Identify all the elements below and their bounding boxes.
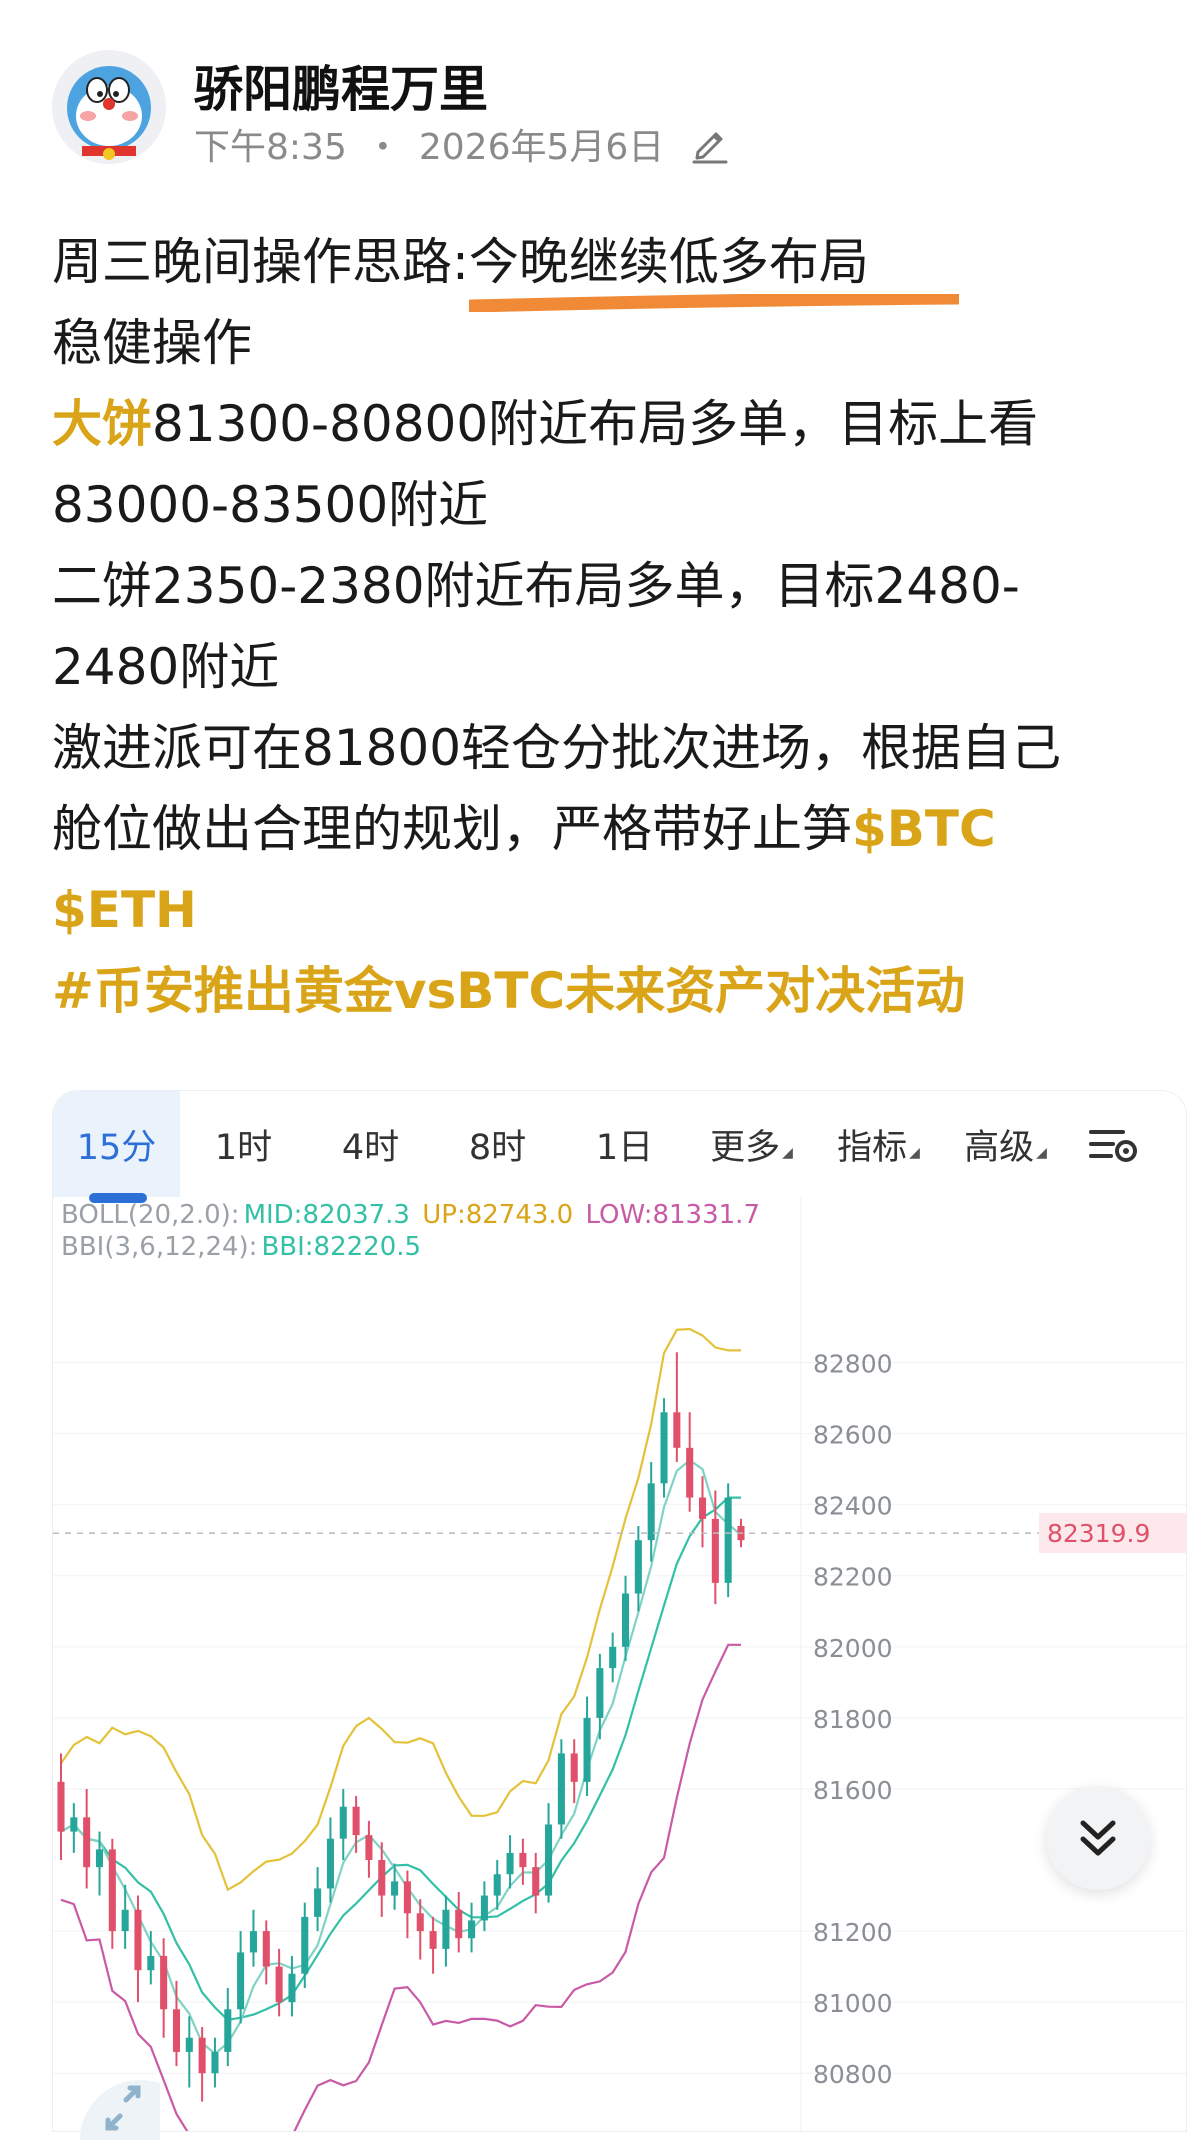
candle-body xyxy=(403,1881,411,1914)
candle-body xyxy=(198,2037,206,2074)
candle-body xyxy=(224,2009,232,2052)
y-axis-tick-label: 82400 xyxy=(813,1492,893,1521)
post-line-9: $ETH xyxy=(52,870,1162,951)
post-date: 2026年5月6日 xyxy=(418,127,665,168)
candle-body xyxy=(660,1412,668,1484)
candle-body xyxy=(429,1931,437,1949)
y-axis-tick-label: 82000 xyxy=(813,1634,893,1663)
post-body: 周三晚间操作思路:今晚继续低多布局 稳健操作 大饼81300-80800附近布局… xyxy=(52,222,1162,1032)
post-line-1: 周三晚间操作思路:今晚继续低多布局 xyxy=(52,222,1162,312)
candle-body xyxy=(352,1806,360,1836)
candle-body xyxy=(698,1497,707,1519)
post-line-8: 舱位做出合理的规划，严格带好止笋$BTC xyxy=(52,789,1162,870)
y-axis-tick-label: 81200 xyxy=(813,1918,893,1947)
candle-body xyxy=(326,1838,334,1889)
candle-body xyxy=(147,1955,155,1971)
candle-body xyxy=(314,1888,322,1917)
post-line-1-prefix: 周三晚间操作思路: xyxy=(52,233,469,291)
highlight-underline xyxy=(468,294,959,312)
candle-body xyxy=(275,1966,283,2003)
candle-body xyxy=(596,1668,604,1718)
y-axis-tick-label: 81800 xyxy=(813,1705,893,1734)
candle-body xyxy=(532,1867,540,1896)
btc-label: 大饼 xyxy=(52,395,152,453)
candle-body xyxy=(172,2009,180,2052)
scroll-down-button[interactable] xyxy=(1046,1786,1150,1890)
candle-body xyxy=(249,1931,257,1953)
candle-body xyxy=(442,1909,450,1949)
candle-body xyxy=(83,1817,91,1868)
candle-body xyxy=(647,1483,655,1541)
kline-card: 15分 1时 4时 8时 1日 更多 ◢ 指标 ◢ 高级 ◢ BOLL(20,2.0)… xyxy=(52,1090,1187,2132)
candle-body xyxy=(545,1824,553,1896)
post-line-2: 稳健操作 xyxy=(52,314,252,372)
candle-body xyxy=(70,1817,78,1832)
candle-body xyxy=(237,1952,245,2010)
hashtag-link[interactable]: #币安推出黄金vsBTC未来资产对决活动 xyxy=(52,962,965,1020)
post-line-5: 二饼2350-2380附近布局多单，目标2480- xyxy=(52,557,1020,615)
post-line-7: 激进派可在81800轻仓分批次进场，根据自己 xyxy=(52,719,1062,777)
candle-body xyxy=(378,1860,386,1896)
candle-body xyxy=(557,1753,565,1825)
post-header: 骄阳鹏程万里 下午8:35 ・ 2026年5月6日 xyxy=(52,50,1152,168)
candle-body xyxy=(262,1931,270,1967)
post-line-6: 2480附近 xyxy=(52,638,280,696)
tag-btc[interactable]: $BTC xyxy=(852,800,996,858)
candle-body xyxy=(108,1849,116,1932)
candle-body xyxy=(416,1913,424,1932)
candle-body xyxy=(391,1881,399,1896)
post-line-10: #币安推出黄金vsBTC未来资产对决活动 xyxy=(52,951,1162,1032)
candle-body xyxy=(160,1955,168,2010)
post-line-4: 83000-83500附近 xyxy=(52,476,489,534)
y-axis-tick-label: 82600 xyxy=(813,1421,893,1450)
post-meta: 下午8:35 ・ 2026年5月6日 xyxy=(194,118,732,170)
author-name[interactable]: 骄阳鹏程万里 xyxy=(194,50,488,121)
candle-body xyxy=(519,1852,527,1868)
double-chevron-down-icon xyxy=(1080,1820,1116,1856)
candle-body xyxy=(211,2051,219,2074)
candle-body xyxy=(134,1909,142,1971)
fullscreen-icon[interactable] xyxy=(60,2060,160,2140)
candle-body xyxy=(634,1540,642,1594)
candle-body xyxy=(121,1909,129,1932)
candle-body xyxy=(622,1593,630,1647)
candle-body xyxy=(724,1497,732,1583)
candle-body xyxy=(365,1835,373,1861)
candle-body xyxy=(185,2037,193,2052)
candle-body xyxy=(288,1973,296,2003)
candle-body xyxy=(301,1916,309,1974)
post-line-3-rest: 81300-80800附近布局多单，目标上看 xyxy=(152,395,1039,453)
candle-body xyxy=(506,1852,514,1875)
underlined-phrase: 今晚继续低多布局 xyxy=(468,222,959,312)
post-line-3: 大饼81300-80800附近布局多单，目标上看 xyxy=(52,384,1162,465)
candle-body xyxy=(95,1849,104,1868)
y-axis-tick-label: 82200 xyxy=(813,1563,893,1592)
meta-separator: ・ xyxy=(364,127,401,168)
candle-body xyxy=(493,1874,501,1896)
candle-body xyxy=(609,1646,617,1669)
y-axis-tick-label: 82800 xyxy=(813,1350,893,1379)
candle-body xyxy=(570,1753,578,1782)
candle-body xyxy=(480,1895,488,1921)
candle-body xyxy=(57,1781,65,1832)
candle-body xyxy=(673,1412,681,1448)
post-line-8-text: 舱位做出合理的规划，严格带好止笋 xyxy=(52,800,852,858)
candle-body xyxy=(339,1806,347,1839)
y-axis-tick-label: 81600 xyxy=(813,1776,893,1805)
avatar[interactable] xyxy=(52,50,166,164)
y-axis-tick-label: 81000 xyxy=(813,1989,893,2018)
tag-eth[interactable]: $ETH xyxy=(52,881,197,939)
kline-chart[interactable]: 82800 82600 82400 82200 82000 81800 81600 81200… xyxy=(53,1091,1186,2131)
last-price-label: 82319.9 xyxy=(1047,1519,1150,1548)
candle-body xyxy=(455,1909,463,1939)
candle-body xyxy=(711,1518,719,1583)
edit-icon[interactable] xyxy=(688,122,732,166)
y-axis-tick-label: 80800 xyxy=(813,2060,893,2089)
avatar-image xyxy=(52,50,166,164)
candle-body xyxy=(468,1920,476,1939)
underlined-text: 今晚继续低多布局 xyxy=(468,233,869,291)
post-time: 下午8:35 xyxy=(194,127,347,168)
candle-body xyxy=(686,1447,694,1498)
candle-body xyxy=(583,1717,591,1782)
